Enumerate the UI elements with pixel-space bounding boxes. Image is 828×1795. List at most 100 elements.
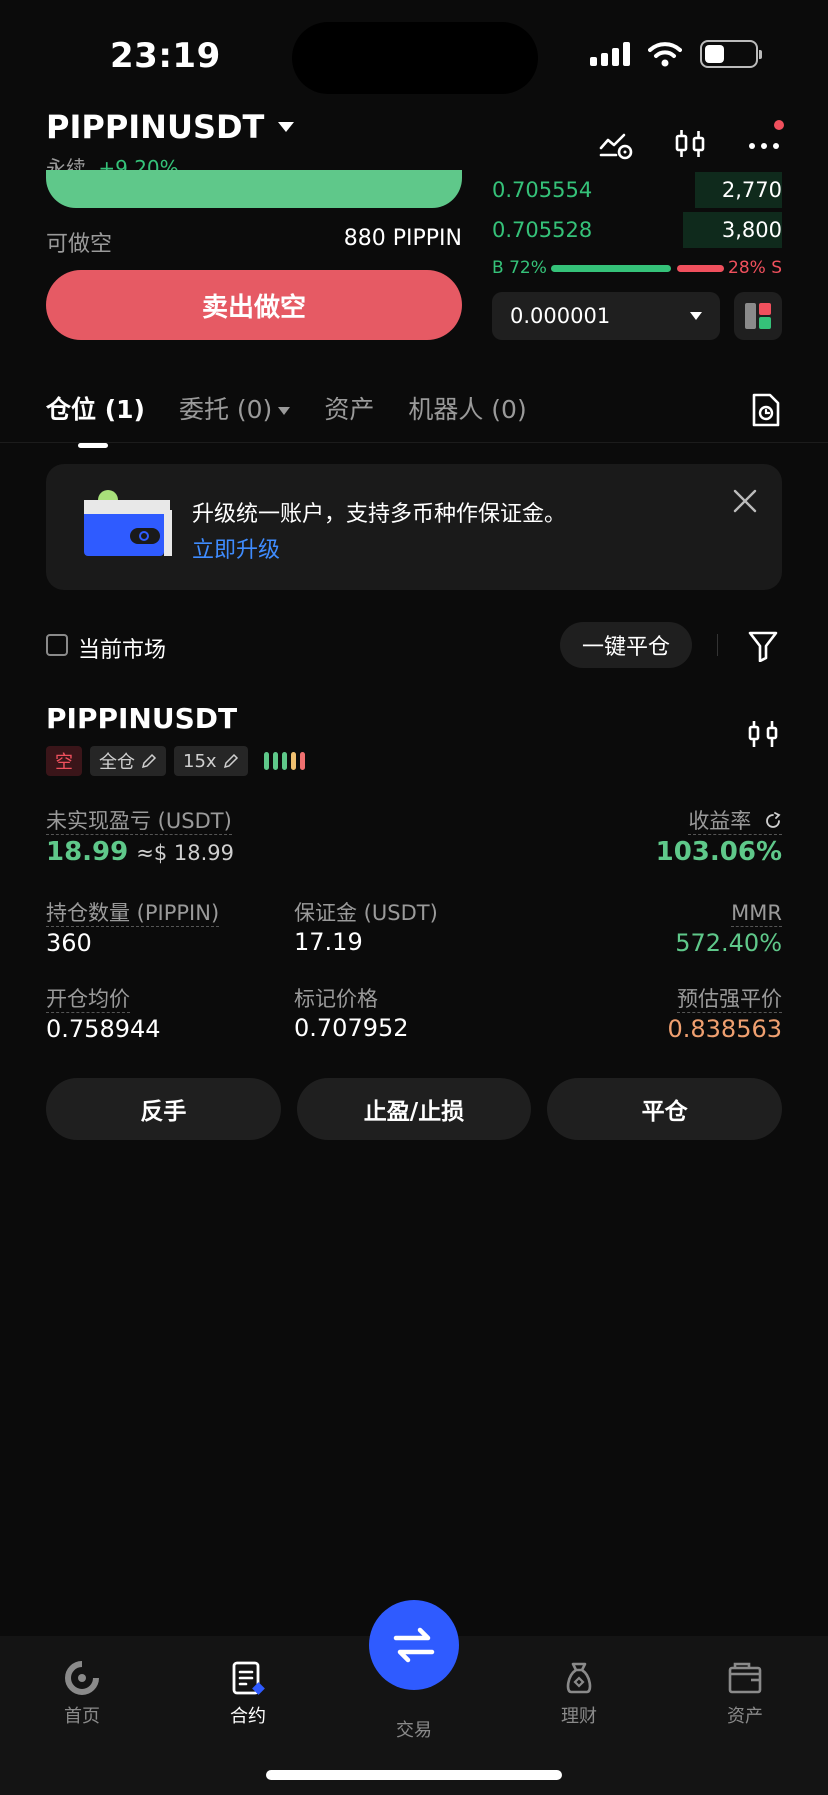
unrealized-pnl-value: 18.99	[46, 837, 129, 867]
margin-label: 保证金 (USDT)	[294, 901, 438, 925]
nav-trade[interactable]: 交易	[359, 1716, 469, 1742]
position-tags: 空 全仓 15x	[46, 746, 305, 776]
mark-price-label: 标记价格	[294, 987, 378, 1011]
orderbook-price: 0.705528	[492, 218, 593, 242]
side-tag: 空	[46, 746, 82, 776]
liquidation-price-label: 预估强平价	[677, 987, 782, 1013]
layout-icon	[745, 303, 771, 329]
tab-assets[interactable]: 资产	[324, 390, 374, 426]
mmr: MMR 572.40%	[675, 900, 782, 957]
mmr-label: MMR	[731, 901, 782, 927]
unrealized-pnl: 未实现盈亏 (USDT) 18.99 ≈$ 18.99	[46, 808, 234, 867]
entry-price: 开仓均价 0.758944	[46, 986, 161, 1043]
wallet-icon	[84, 490, 172, 556]
home-indicator	[266, 1770, 562, 1780]
close-all-button[interactable]: 一键平仓	[559, 622, 692, 668]
precision-value: 0.000001	[510, 304, 611, 328]
margin-mode-tag[interactable]: 全仓	[90, 746, 166, 776]
leverage-tag[interactable]: 15x	[174, 746, 248, 776]
more-menu[interactable]	[746, 120, 784, 162]
mark-price: 标记价格 0.707952	[294, 986, 409, 1042]
orderbook-price: 0.705554	[492, 178, 593, 202]
current-market-checkbox[interactable]	[46, 634, 68, 656]
wallet-icon	[728, 1662, 762, 1694]
roe-label[interactable]: 收益率	[688, 808, 782, 835]
position-qty-value: 360	[46, 929, 92, 957]
position-symbol[interactable]: PIPPINUSDT	[46, 702, 237, 735]
home-logo-icon	[65, 1661, 99, 1695]
candlestick-icon[interactable]	[748, 718, 778, 750]
unrealized-pnl-block: 18.99 ≈$ 18.99	[46, 837, 234, 867]
swap-arrows-icon	[393, 1627, 435, 1663]
tab-positions[interactable]: 仓位 (1)	[46, 390, 145, 448]
mark-price-value: 0.707952	[294, 1014, 409, 1042]
nav-home-label: 首页	[64, 1706, 100, 1727]
status-icons	[590, 40, 762, 68]
orderbook-layout-button[interactable]	[734, 292, 782, 340]
chevron-down-icon	[278, 407, 291, 415]
sell-ratio: 28% S	[728, 258, 782, 278]
wifi-icon	[648, 42, 682, 67]
buy-sell-ratio: B 72% 28% S	[492, 258, 782, 278]
chart-settings-icon[interactable]	[598, 126, 634, 162]
candlestick-icon[interactable]	[672, 126, 708, 162]
entry-price-label: 开仓均价	[46, 987, 130, 1013]
orderbook: 0.705554 2,770 0.705528 3,800	[492, 170, 782, 250]
nav-trade-label: 交易	[396, 1720, 432, 1741]
nav-assets-label: 资产	[727, 1706, 763, 1727]
reverse-button[interactable]: 反手	[46, 1078, 281, 1140]
upgrade-banner: 升级统一账户，支持多币种作保证金。 立即升级	[46, 464, 782, 590]
contract-doc-icon	[232, 1661, 265, 1695]
tab-bots[interactable]: 机器人 (0)	[408, 390, 526, 426]
unrealized-pnl-label: 未实现盈亏 (USDT)	[46, 809, 232, 835]
precision-select[interactable]: 0.000001	[492, 292, 720, 340]
position-actions: 反手 止盈/止损 平仓	[46, 1078, 783, 1140]
chevron-down-icon	[278, 122, 295, 132]
nav-futures[interactable]: 合约	[193, 1654, 303, 1728]
header-actions	[598, 120, 784, 162]
buy-ratio: B 72%	[492, 258, 547, 278]
roe: 收益率 103.06%	[656, 808, 782, 867]
nav-futures-label: 合约	[230, 1706, 266, 1727]
margin: 保证金 (USDT) 17.19	[294, 900, 438, 956]
status-bar: 23:19	[0, 0, 828, 110]
upgrade-link[interactable]: 立即升级	[192, 532, 280, 564]
chevron-down-icon	[690, 312, 702, 320]
ratio-bar	[550, 264, 725, 272]
dynamic-island	[292, 22, 538, 94]
available-short-label: 可做空	[46, 232, 113, 257]
close-icon[interactable]	[732, 488, 758, 514]
nav-earn[interactable]: 理财	[524, 1654, 634, 1728]
edit-icon	[223, 753, 238, 769]
filter-icon[interactable]	[748, 630, 778, 662]
nav-home[interactable]: 首页	[27, 1654, 137, 1728]
mmr-value: 572.40%	[675, 929, 782, 957]
history-doc-icon[interactable]	[750, 392, 782, 428]
sell-short-button[interactable]: 卖出做空	[46, 270, 462, 340]
current-market-label: 当前市场	[78, 638, 167, 663]
tabs-divider	[0, 442, 828, 443]
buy-ratio-bar	[550, 264, 672, 272]
notification-dot	[774, 120, 784, 130]
roe-label-text: 收益率	[688, 809, 752, 833]
orderbook-qty: 3,800	[721, 218, 782, 242]
nav-assets[interactable]: 资产	[690, 1654, 800, 1728]
tab-orders-label: 委托 (0)	[178, 395, 273, 424]
tpsl-button[interactable]: 止盈/止损	[296, 1078, 532, 1140]
risk-level-indicator	[263, 752, 305, 770]
trade-fab-button[interactable]	[369, 1600, 459, 1690]
available-short: 可做空 880 PIPPIN	[46, 226, 462, 258]
liquidation-price-value: 0.838563	[667, 1015, 782, 1043]
status-time: 23:19	[110, 36, 221, 76]
vertical-divider	[717, 634, 718, 656]
sell-ratio-bar	[677, 264, 725, 272]
orderbook-row[interactable]: 0.705554 2,770	[492, 170, 782, 210]
tab-orders[interactable]: 委托 (0)	[178, 390, 291, 426]
margin-value: 17.19	[294, 928, 363, 956]
position-qty: 持仓数量 (PIPPIN) 360	[46, 900, 220, 957]
position-filter-row: 当前市场 一键平仓	[46, 622, 782, 668]
close-position-button[interactable]: 平仓	[547, 1078, 783, 1140]
buy-long-button-partial[interactable]	[46, 170, 462, 208]
orderbook-row[interactable]: 0.705528 3,800	[492, 210, 782, 250]
margin-mode-label: 全仓	[99, 752, 135, 773]
